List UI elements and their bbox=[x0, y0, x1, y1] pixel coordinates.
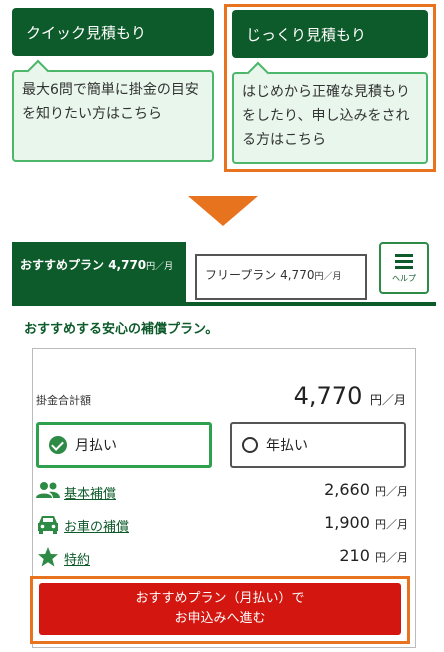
yearly-payment-option[interactable]: 年払い bbox=[230, 422, 406, 468]
tab-free-price: 4,770 bbox=[280, 268, 315, 282]
monthly-payment-option[interactable]: 月払い bbox=[36, 422, 212, 468]
careful-quote-description: はじめから正確な見積もりをしたり、申し込みをされる方はこちら bbox=[232, 72, 428, 164]
help-button[interactable]: ヘルプ bbox=[379, 242, 429, 294]
coverage-amount-car-unit: 円／月 bbox=[375, 518, 408, 531]
coverage-amount-basic-unit: 円／月 bbox=[375, 485, 408, 498]
tab-recommended-unit: 円／月 bbox=[146, 262, 174, 272]
apply-recommended-button[interactable]: おすすめプラン（月払い）で お申込みへ進む bbox=[39, 583, 401, 635]
coverage-amount-basic-value: 2,660 bbox=[324, 480, 370, 499]
total-unit: 円／月 bbox=[369, 393, 406, 407]
quick-quote-label: クイック見積もり bbox=[26, 23, 147, 42]
coverage-row-special: 特約 210 円／月 bbox=[36, 546, 408, 570]
tab-free-unit: 円／月 bbox=[314, 272, 342, 282]
radio-empty-icon bbox=[242, 437, 258, 453]
cta-highlight: おすすめプラン（月払い）で お申込みへ進む bbox=[30, 576, 410, 644]
people-icon bbox=[36, 482, 60, 498]
yearly-payment-label: 年払い bbox=[266, 438, 308, 454]
coverage-link-car[interactable]: お車の補償 bbox=[64, 516, 129, 535]
monthly-payment-label: 月払い bbox=[75, 438, 117, 454]
careful-quote-label: じっくり見積もり bbox=[246, 25, 367, 44]
car-icon bbox=[38, 516, 58, 534]
cta-line2: お申込みへ進む bbox=[174, 611, 266, 626]
total-amount: 4,770 bbox=[293, 382, 363, 410]
coverage-amount-car: 1,900 円／月 bbox=[324, 513, 408, 532]
coverage-amount-car-value: 1,900 bbox=[324, 513, 370, 532]
help-label: ヘルプ bbox=[392, 274, 416, 283]
down-arrow-icon bbox=[188, 196, 258, 226]
quick-quote-button[interactable]: クイック見積もり bbox=[12, 8, 214, 56]
tab-recommended-name: おすすめプラン bbox=[20, 258, 105, 272]
tab-divider bbox=[12, 302, 436, 306]
cta-line1: おすすめプラン（月払い）で bbox=[135, 591, 305, 606]
total-label: 掛金合計額 bbox=[36, 394, 91, 407]
tab-free-name: フリープラン bbox=[205, 268, 277, 282]
menu-icon bbox=[395, 254, 413, 269]
coverage-row-car: お車の補償 1,900 円／月 bbox=[36, 513, 408, 537]
coverage-row-basic: 基本補償 2,660 円／月 bbox=[36, 480, 408, 504]
coverage-link-basic[interactable]: 基本補償 bbox=[64, 483, 116, 502]
tab-free-plan[interactable]: フリープラン 4,770円／月 bbox=[195, 254, 367, 300]
total-value: 4,770 円／月 bbox=[294, 382, 406, 410]
tab-recommended-plan[interactable]: おすすめプラン 4,770円／月 bbox=[12, 242, 186, 304]
star-icon bbox=[38, 547, 58, 567]
quick-quote-column: クイック見積もり 最大6問で簡単に掛金の目安を知りたい方はこちら bbox=[12, 8, 214, 162]
coverage-amount-special: 210 円／月 bbox=[339, 546, 408, 565]
careful-quote-column: じっくり見積もり はじめから正確な見積もりをしたり、申し込みをされる方はこちら bbox=[224, 4, 436, 172]
recommended-heading: おすすめする安心の補償プラン。 bbox=[24, 322, 219, 337]
careful-quote-button[interactable]: じっくり見積もり bbox=[232, 10, 428, 58]
coverage-link-special[interactable]: 特約 bbox=[64, 549, 90, 568]
tab-recommended-price: 4,770 bbox=[108, 258, 147, 272]
quick-quote-description: 最大6問で簡単に掛金の目安を知りたい方はこちら bbox=[12, 70, 214, 162]
check-circle-icon bbox=[49, 436, 67, 454]
coverage-amount-basic: 2,660 円／月 bbox=[324, 480, 408, 499]
coverage-amount-special-value: 210 bbox=[339, 546, 370, 565]
coverage-amount-special-unit: 円／月 bbox=[375, 551, 408, 564]
